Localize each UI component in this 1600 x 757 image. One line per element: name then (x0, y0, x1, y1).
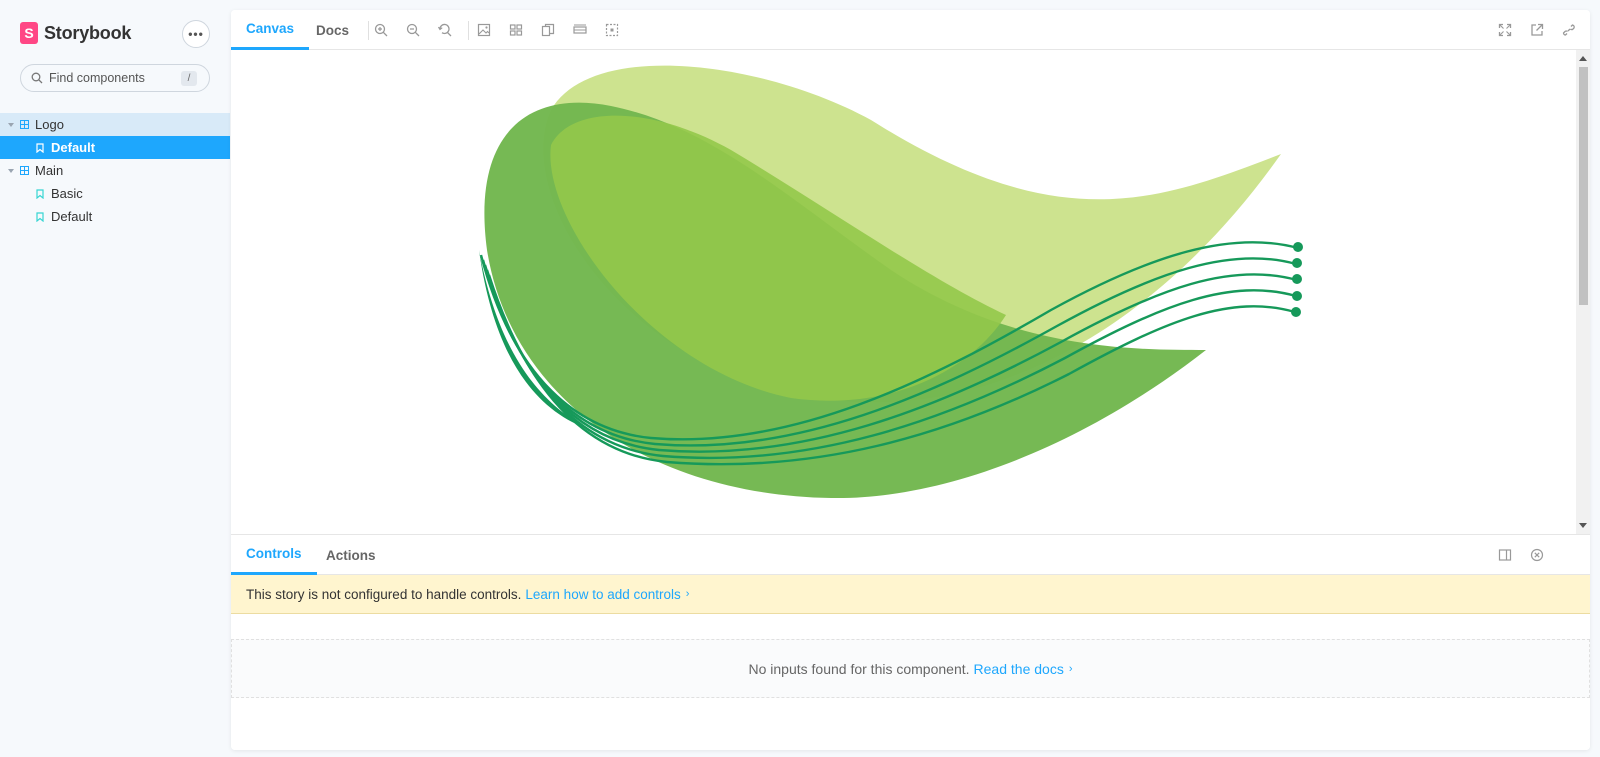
addons-tabbar: Controls Actions (231, 535, 1590, 575)
tree-item-label: Default (51, 209, 93, 224)
search-icon (31, 72, 43, 84)
controls-notice: This story is not configured to handle c… (231, 575, 1590, 614)
fullscreen-icon[interactable] (1496, 21, 1514, 39)
zoom-in-icon[interactable] (372, 21, 390, 39)
empty-state: No inputs found for this component. Read… (231, 639, 1590, 698)
component-icon (20, 166, 29, 175)
line-end-dots (1291, 242, 1303, 317)
tab-actions[interactable]: Actions (311, 535, 391, 575)
sidebar-menu-button[interactable]: ••• (182, 20, 210, 48)
brand[interactable]: S Storybook (20, 22, 131, 44)
tab-docs[interactable]: Docs (301, 10, 364, 50)
sidebar: S Storybook ••• / Logo Default Main Basi… (0, 0, 230, 757)
scrollbar-thumb[interactable] (1579, 67, 1588, 305)
bookmark-icon (36, 212, 44, 222)
search-input[interactable] (49, 71, 169, 85)
tab-canvas[interactable]: Canvas (231, 10, 310, 50)
brand-title: Storybook (44, 22, 132, 43)
tree-item-main-default[interactable]: Default (0, 205, 230, 228)
zoom-out-icon[interactable] (404, 21, 422, 39)
read-docs-link[interactable]: Read the docs (974, 661, 1064, 677)
tree-item-main[interactable]: Main (0, 159, 230, 182)
canvas-scrollbar[interactable] (1576, 50, 1590, 534)
zoom-reset-icon[interactable] (436, 21, 454, 39)
tree-item-main-basic[interactable]: Basic (0, 182, 230, 205)
outline-icon[interactable] (603, 21, 621, 39)
toolbar-divider (468, 21, 469, 40)
tree-item-logo-default[interactable]: Default (0, 136, 230, 159)
caret-down-icon (8, 168, 14, 173)
viewport-icon[interactable] (539, 21, 557, 39)
toolbar-divider (368, 21, 369, 40)
preview-panel: Canvas Docs Controls Actions This story … (231, 10, 1590, 750)
panel-orientation-icon[interactable] (1496, 546, 1514, 564)
measure-icon[interactable] (571, 21, 589, 39)
storybook-logo-icon: S (20, 22, 38, 44)
tree-item-logo[interactable]: Logo (0, 113, 230, 136)
tree-item-label: Main (35, 163, 64, 178)
chevron-right-icon: › (685, 588, 690, 600)
open-new-tab-icon[interactable] (1528, 21, 1546, 39)
leaf-logo-illustration (479, 65, 1303, 499)
scroll-up-icon[interactable] (1579, 56, 1587, 61)
grid-icon[interactable] (507, 21, 525, 39)
scroll-down-icon[interactable] (1579, 523, 1587, 528)
bookmark-icon (36, 143, 44, 153)
tab-controls[interactable]: Controls (231, 535, 317, 575)
addons-panel: Controls Actions This story is not confi… (231, 534, 1590, 750)
story-canvas (231, 50, 1590, 534)
background-icon[interactable] (475, 21, 493, 39)
caret-down-icon (8, 122, 14, 127)
tree-item-label: Default (51, 140, 96, 155)
search-shortcut-hint: / (181, 71, 197, 86)
search-box[interactable]: / (20, 64, 210, 92)
copy-link-icon[interactable] (1560, 21, 1578, 39)
bookmark-icon (36, 189, 44, 199)
component-icon (20, 120, 29, 129)
notice-text: This story is not configured to handle c… (246, 586, 522, 602)
story-tree: Logo Default Main Basic Default (0, 113, 230, 228)
close-panel-icon[interactable] (1528, 546, 1546, 564)
preview-toolbar: Canvas Docs (231, 10, 1590, 50)
tree-item-label: Basic (51, 186, 83, 201)
tree-item-label: Logo (35, 117, 64, 132)
learn-controls-link[interactable]: Learn how to add controls (525, 587, 680, 602)
empty-state-text: No inputs found for this component. (748, 660, 970, 677)
chevron-right-icon: › (1068, 662, 1073, 675)
